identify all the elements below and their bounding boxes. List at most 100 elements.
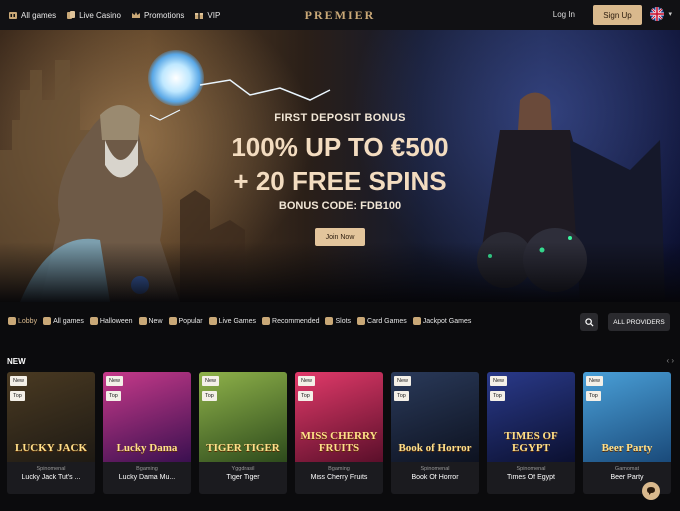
game-name: Beer Party (610, 474, 644, 481)
game-name: Book Of Horror (411, 474, 459, 481)
category-label: Card Games (367, 317, 407, 325)
nav-promotions-label: Promotions (143, 10, 185, 20)
game-card[interactable]: New Top TIGER TIGER Yggdrasil Tiger Tiger (199, 372, 287, 494)
category-item[interactable]: Jackpot Games (412, 317, 472, 325)
category-item[interactable]: Recommended (262, 317, 319, 325)
top-badge: Top (298, 391, 313, 401)
game-name: Lucky Dama Mu... (118, 474, 176, 481)
section-title: NEW (7, 357, 26, 366)
chat-bubble-icon (647, 487, 655, 495)
game-card[interactable]: New Top LUCKY JACK Spinomenal Lucky Jack Tut… (7, 372, 95, 494)
new-badge: New (202, 376, 220, 386)
category-item[interactable]: Halloween (89, 317, 133, 325)
game-thumbnail: New Top Book of Horror (391, 372, 479, 462)
new-badge: New (586, 376, 604, 386)
game-card[interactable]: New Top Book of Horror Spinomenal Book Of Ho… (391, 372, 479, 494)
cards-icon (67, 11, 76, 19)
search-icon (584, 317, 594, 327)
game-logo-art: LUCKY JACK (14, 442, 87, 454)
chat-button[interactable] (642, 482, 660, 500)
category-label: Lobby (18, 317, 38, 325)
game-carousel: New Top LUCKY JACK Spinomenal Lucky Jack Tut… (7, 372, 677, 497)
game-logo-art: Lucky Dama (116, 442, 178, 454)
game-name: Tiger Tiger (226, 474, 260, 481)
category-item[interactable]: Lobby (8, 317, 37, 325)
game-logo-art: Book of Horror (398, 442, 472, 454)
category-item[interactable]: All games (43, 317, 84, 325)
top-badge: Top (10, 391, 25, 401)
game-thumbnail: New Top MISS CHERRY FRUITS (295, 372, 383, 462)
login-link[interactable]: Log In (553, 10, 575, 19)
game-logo-art: TIGER TIGER (206, 442, 280, 454)
site-logo[interactable]: PREMIER (305, 8, 376, 23)
hero-eyebrow: FIRST DEPOSIT BONUS (274, 112, 406, 124)
nav-live-casino[interactable]: Live Casino (66, 10, 121, 20)
game-card[interactable]: New Top MISS CHERRY FRUITS Bgaming Miss Cher… (295, 372, 383, 494)
hero-banner: FIRST DEPOSIT BONUS 100% UP TO €500 + 20… (0, 30, 680, 302)
signup-button[interactable]: Sign Up (593, 5, 642, 25)
category-icon (168, 317, 177, 325)
top-badge: Top (202, 391, 217, 401)
category-item[interactable]: Card Games (357, 317, 407, 325)
game-name: Times Of Egypt (507, 474, 555, 481)
category-item[interactable]: Slots (325, 317, 351, 325)
nav-promotions[interactable]: Promotions (131, 10, 184, 20)
category-label: Live Games (218, 317, 257, 325)
carousel-arrows[interactable]: ‹ › (666, 356, 674, 365)
category-icon (357, 317, 366, 325)
game-logo-art: TIMES OF EGYPT (504, 430, 558, 454)
game-card[interactable]: New Top TIMES OF EGYPT Spinomenal Times Of E… (487, 372, 575, 494)
game-provider: Spinomenal (516, 466, 546, 472)
top-navigation: All games Live Casino Promotions VIP PRE… (0, 0, 680, 30)
category-label: Slots (335, 317, 352, 325)
category-item[interactable]: New (138, 317, 163, 325)
top-badge: Top (106, 391, 121, 401)
join-now-button[interactable]: Join Now (315, 228, 365, 246)
game-name: Lucky Jack Tut's ... (21, 474, 81, 481)
game-logo-art: Beer Party (601, 442, 653, 454)
category-item[interactable]: Popular (168, 317, 203, 325)
hero-bonus-code: BONUS CODE: FDB100 (278, 200, 402, 212)
hero-headline-2: + 20 FREE SPINS (233, 166, 447, 196)
game-card[interactable]: New Top Lucky Dama Bgaming Lucky Dama Mu... (103, 372, 191, 494)
nav-vip[interactable]: VIP (194, 10, 220, 20)
game-thumbnail: New Top TIGER TIGER (199, 372, 287, 462)
game-provider: Bgaming (136, 466, 158, 472)
nav-vip-label: VIP (207, 10, 221, 20)
category-label: Recommended (272, 317, 320, 325)
new-badge: New (10, 376, 28, 386)
category-label: Popular (178, 317, 203, 325)
category-bar: Lobby All games Halloween New Popular Live Ga… (0, 310, 680, 334)
category-list: Lobby All games Halloween New Popular Live Ga… (8, 317, 477, 325)
category-icon (262, 317, 271, 325)
game-thumbnail: New Top Beer Party (583, 372, 671, 462)
game-card[interactable]: New Top Beer Party Gamomat Beer Party (583, 372, 671, 494)
hero-ground-fade (0, 242, 680, 302)
nav-all-games[interactable]: All games (8, 10, 56, 20)
category-item[interactable]: Live Games (208, 317, 257, 325)
category-label: Jackpot Games (422, 317, 472, 325)
slots-icon (9, 12, 17, 19)
chevron-down-icon[interactable]: ▾ (668, 10, 672, 18)
game-provider: Spinomenal (420, 466, 450, 472)
new-badge: New (490, 376, 508, 386)
game-name: Miss Cherry Fruits (310, 474, 368, 481)
category-icon (43, 317, 52, 325)
top-badge: Top (586, 391, 601, 401)
nav-all-games-label: All games (21, 10, 57, 20)
game-provider: Yggdrasil (231, 466, 255, 472)
nav-live-casino-label: Live Casino (79, 10, 121, 20)
category-icon (89, 317, 98, 325)
gift-icon (195, 13, 204, 19)
category-icon (325, 317, 334, 325)
game-thumbnail: New Top LUCKY JACK (7, 372, 95, 462)
top-badge: Top (490, 391, 505, 401)
uk-flag-icon[interactable] (650, 7, 664, 21)
hero-text: FIRST DEPOSIT BONUS 100% UP TO €500 + 20… (200, 112, 480, 212)
search-button[interactable] (580, 313, 598, 331)
category-label: New (148, 317, 163, 325)
all-providers-button[interactable]: ALL PROVIDERS (608, 313, 670, 331)
new-badge: New (298, 376, 316, 386)
crown-icon (131, 12, 140, 18)
game-provider: Bgaming (328, 466, 350, 472)
